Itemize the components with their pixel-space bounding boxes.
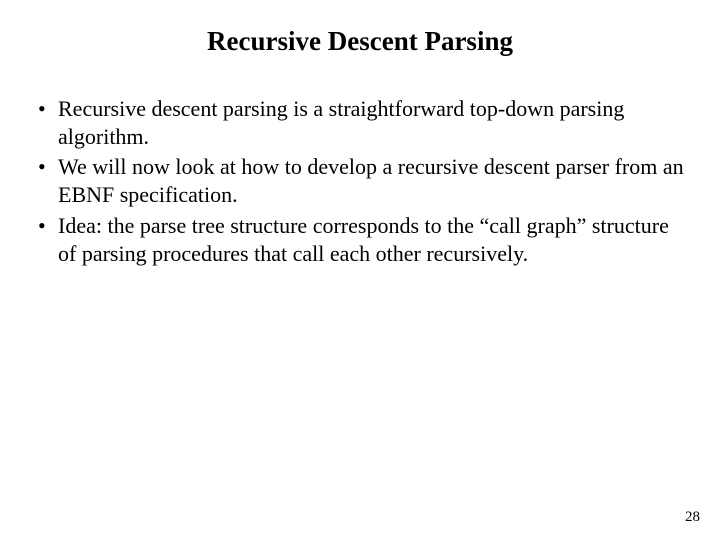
list-item: Idea: the parse tree structure correspon… [38, 212, 690, 268]
list-item: We will now look at how to develop a rec… [38, 153, 690, 209]
slide: Recursive Descent Parsing Recursive desc… [0, 0, 720, 540]
slide-title: Recursive Descent Parsing [30, 26, 690, 57]
bullet-list: Recursive descent parsing is a straightf… [30, 95, 690, 268]
list-item: Recursive descent parsing is a straightf… [38, 95, 690, 151]
page-number: 28 [685, 509, 700, 526]
